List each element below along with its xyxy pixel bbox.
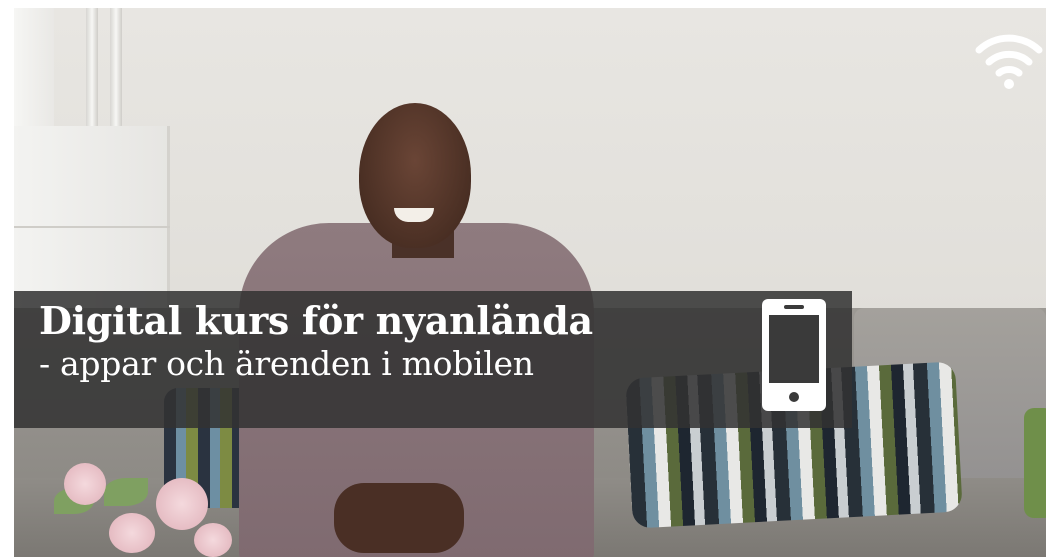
radiator-pipe [110, 8, 122, 128]
course-subtitle: - appar och ärenden i mobilen [39, 344, 534, 383]
radiator-pipe [86, 8, 98, 128]
flower-leaf [104, 478, 148, 506]
flower [64, 463, 106, 505]
wifi-icon [975, 34, 1043, 89]
video-frame [14, 8, 1046, 557]
mobile-phone-icon [762, 299, 826, 411]
flower [194, 523, 232, 557]
flower [109, 513, 155, 553]
presenter-hands [334, 483, 464, 553]
presenter-head [359, 103, 471, 248]
green-pillow [1024, 408, 1046, 518]
flower [156, 478, 208, 530]
course-title: Digital kurs för nyanlända [39, 298, 593, 343]
